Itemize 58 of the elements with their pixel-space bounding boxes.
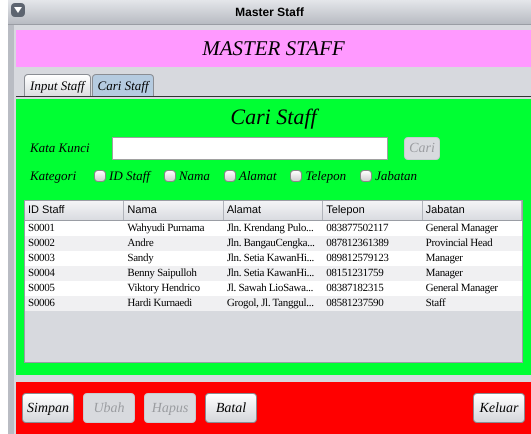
table-cell: 087812361389 <box>326 237 389 249</box>
category-label: Kategori <box>28 167 78 186</box>
tab[interactable]: Cari Staff <box>92 74 154 96</box>
table-cell: S0001 <box>28 222 55 234</box>
column-header[interactable]: Alamat <box>224 201 324 220</box>
table-cell: Jln. Setia KawanHi... <box>226 252 314 264</box>
category-checkbox[interactable] <box>94 170 106 182</box>
table-cell: S0002 <box>28 237 55 249</box>
window-title: Master Staff <box>235 4 304 21</box>
table-cell: S0006 <box>28 297 55 309</box>
panel-title: Cari Staff <box>230 103 317 131</box>
table-cell: S0005 <box>28 282 55 294</box>
tab[interactable]: Input Staff <box>24 74 91 96</box>
table-cell: General Manager <box>426 222 498 234</box>
category-option: Alamat <box>238 166 276 186</box>
table-cell: 08387182315 <box>326 282 384 294</box>
table-cell: Manager <box>426 267 463 279</box>
table-cell: Manager <box>426 252 463 264</box>
action-button[interactable]: Simpan <box>22 393 74 423</box>
caret-icon <box>14 7 22 13</box>
action-button[interactable]: Keluar <box>473 393 525 423</box>
table-cell: Grogol, Jl. Tanggul... <box>226 297 314 309</box>
table-cell: Provincial Head <box>426 237 492 249</box>
banner-title: MASTER STAFF <box>202 34 345 62</box>
table-cell: Jln. BangauCengka... <box>226 237 315 249</box>
category-checkbox[interactable] <box>224 170 236 182</box>
table-cell: Jln. Krendang Pulo... <box>226 222 314 234</box>
table-cell: 089812579123 <box>326 252 389 264</box>
table-cell: Staff <box>426 297 446 309</box>
table-cell: Wahyudi Purnama <box>127 222 204 234</box>
category-checkbox[interactable] <box>290 170 302 182</box>
table-cell: S0004 <box>28 267 55 279</box>
table-cell: Jl. Sawah LioSawa... <box>226 282 314 294</box>
table-cell: S0003 <box>28 252 55 264</box>
table-cell: Benny Saipulloh <box>127 267 197 279</box>
action-button[interactable]: Batal <box>205 393 257 423</box>
category-option: Jabatan <box>375 166 418 186</box>
category-checkbox[interactable] <box>164 170 176 182</box>
table-cell: Hardi Kurnaedi <box>127 297 192 309</box>
table-cell: Andre <box>127 237 154 249</box>
column-header[interactable]: Telepon <box>323 201 423 220</box>
column-header[interactable]: Jabatan <box>422 201 522 220</box>
table-cell: General Manager <box>426 282 498 294</box>
category-option: Nama <box>178 166 210 186</box>
category-option: ID Staff <box>109 166 150 186</box>
table-cell: Jln. Setia KawanHi... <box>226 267 314 279</box>
column-header[interactable]: Nama <box>124 201 224 220</box>
menu-button[interactable] <box>11 3 25 17</box>
table-cell: 083877502117 <box>326 222 388 234</box>
table-cell: Viktory Hendrico <box>127 282 200 294</box>
keyword-field[interactable] <box>112 136 388 160</box>
table-cell: Sandy <box>127 252 154 264</box>
table-cell: 08581237590 <box>326 297 384 309</box>
table-cell: 08151231759 <box>326 267 384 279</box>
category-option: Telepon <box>305 166 346 186</box>
category-checkbox[interactable] <box>360 170 372 182</box>
keyword-label: Kata Kunci <box>28 139 91 158</box>
column-header[interactable]: ID Staff <box>25 201 124 220</box>
